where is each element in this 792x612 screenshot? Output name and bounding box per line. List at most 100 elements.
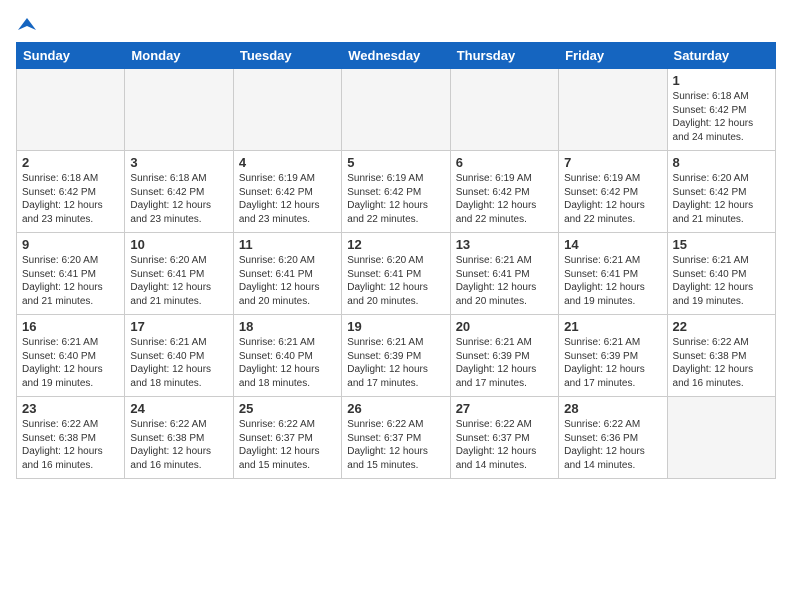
calendar-cell: 7 Sunrise: 6:19 AM Sunset: 6:42 PM Daylig… <box>559 151 667 233</box>
cell-info-text: Sunrise: 6:19 AM Sunset: 6:42 PM Dayligh… <box>239 172 336 226</box>
weekday-header-row: SundayMondayTuesdayWednesdayThursdayFrid… <box>17 43 776 69</box>
cell-date-number: 6 <box>456 155 553 170</box>
cell-date-number: 12 <box>347 237 444 252</box>
cell-info-text: Sunrise: 6:22 AM Sunset: 6:37 PM Dayligh… <box>239 418 336 472</box>
cell-info-text: Sunrise: 6:21 AM Sunset: 6:39 PM Dayligh… <box>347 336 444 390</box>
cell-date-number: 2 <box>22 155 119 170</box>
cell-date-number: 24 <box>130 401 227 416</box>
calendar-cell: 13Sunrise: 6:21 AM Sunset: 6:41 PM Dayli… <box>450 233 558 315</box>
cell-date-number: 8 <box>673 155 770 170</box>
cell-date-number: 18 <box>239 319 336 334</box>
calendar-cell: 9 Sunrise: 6:20 AM Sunset: 6:41 PM Daylig… <box>17 233 125 315</box>
cell-info-text: Sunrise: 6:21 AM Sunset: 6:39 PM Dayligh… <box>456 336 553 390</box>
weekday-header-saturday: Saturday <box>667 43 775 69</box>
calendar-cell: 17 Sunrise: 6:21 AM Sunset: 6:40 PM Dayli… <box>125 315 233 397</box>
cell-info-text: Sunrise: 6:19 AM Sunset: 6:42 PM Dayligh… <box>564 172 661 226</box>
cell-date-number: 28 <box>564 401 661 416</box>
cell-date-number: 25 <box>239 401 336 416</box>
logo <box>16 16 36 34</box>
cell-date-number: 5 <box>347 155 444 170</box>
calendar-cell <box>450 69 558 151</box>
cell-info-text: Sunrise: 6:20 AM Sunset: 6:41 PM Dayligh… <box>239 254 336 308</box>
calendar-cell: 5 Sunrise: 6:19 AM Sunset: 6:42 PM Daylig… <box>342 151 450 233</box>
cell-info-text: Sunrise: 6:22 AM Sunset: 6:38 PM Dayligh… <box>673 336 770 390</box>
calendar-week-row: 1 Sunrise: 6:18 AM Sunset: 6:42 PM Daylig… <box>17 69 776 151</box>
calendar-cell: 23 Sunrise: 6:22 AM Sunset: 6:38 PM Dayli… <box>17 397 125 479</box>
calendar-cell: 21 Sunrise: 6:21 AM Sunset: 6:39 PM Dayli… <box>559 315 667 397</box>
cell-date-number: 16 <box>22 319 119 334</box>
cell-info-text: Sunrise: 6:19 AM Sunset: 6:42 PM Dayligh… <box>347 172 444 226</box>
calendar-cell <box>17 69 125 151</box>
cell-info-text: Sunrise: 6:21 AM Sunset: 6:40 PM Dayligh… <box>239 336 336 390</box>
cell-info-text: Sunrise: 6:22 AM Sunset: 6:38 PM Dayligh… <box>22 418 119 472</box>
cell-info-text: Sunrise: 6:18 AM Sunset: 6:42 PM Dayligh… <box>673 90 770 144</box>
calendar-cell <box>559 69 667 151</box>
calendar-cell: 11 Sunrise: 6:20 AM Sunset: 6:41 PM Dayli… <box>233 233 341 315</box>
calendar-cell <box>342 69 450 151</box>
calendar-cell: 4 Sunrise: 6:19 AM Sunset: 6:42 PM Daylig… <box>233 151 341 233</box>
calendar-cell: 25 Sunrise: 6:22 AM Sunset: 6:37 PM Dayli… <box>233 397 341 479</box>
cell-info-text: Sunrise: 6:20 AM Sunset: 6:41 PM Dayligh… <box>130 254 227 308</box>
cell-date-number: 14 <box>564 237 661 252</box>
calendar-cell: 1 Sunrise: 6:18 AM Sunset: 6:42 PM Daylig… <box>667 69 775 151</box>
calendar-cell: 8 Sunrise: 6:20 AM Sunset: 6:42 PM Daylig… <box>667 151 775 233</box>
cell-date-number: 4 <box>239 155 336 170</box>
cell-date-number: 13 <box>456 237 553 252</box>
weekday-header-monday: Monday <box>125 43 233 69</box>
calendar-cell: 6 Sunrise: 6:19 AM Sunset: 6:42 PM Daylig… <box>450 151 558 233</box>
weekday-header-friday: Friday <box>559 43 667 69</box>
logo-bird-icon <box>18 16 36 34</box>
calendar-cell: 22 Sunrise: 6:22 AM Sunset: 6:38 PM Dayli… <box>667 315 775 397</box>
calendar-cell: 18 Sunrise: 6:21 AM Sunset: 6:40 PM Dayli… <box>233 315 341 397</box>
weekday-header-tuesday: Tuesday <box>233 43 341 69</box>
calendar-cell: 15 Sunrise: 6:21 AM Sunset: 6:40 PM Dayli… <box>667 233 775 315</box>
cell-info-text: Sunrise: 6:19 AM Sunset: 6:42 PM Dayligh… <box>456 172 553 226</box>
calendar-cell: 3 Sunrise: 6:18 AM Sunset: 6:42 PM Daylig… <box>125 151 233 233</box>
cell-info-text: Sunrise: 6:21 AM Sunset: 6:40 PM Dayligh… <box>673 254 770 308</box>
cell-info-text: Sunrise: 6:20 AM Sunset: 6:41 PM Dayligh… <box>347 254 444 308</box>
cell-date-number: 17 <box>130 319 227 334</box>
cell-info-text: Sunrise: 6:21 AM Sunset: 6:39 PM Dayligh… <box>564 336 661 390</box>
cell-info-text: Sunrise: 6:22 AM Sunset: 6:37 PM Dayligh… <box>456 418 553 472</box>
cell-info-text: Sunrise: 6:20 AM Sunset: 6:42 PM Dayligh… <box>673 172 770 226</box>
calendar-cell: 20Sunrise: 6:21 AM Sunset: 6:39 PM Dayli… <box>450 315 558 397</box>
weekday-header-thursday: Thursday <box>450 43 558 69</box>
cell-date-number: 3 <box>130 155 227 170</box>
cell-info-text: Sunrise: 6:21 AM Sunset: 6:40 PM Dayligh… <box>130 336 227 390</box>
cell-date-number: 22 <box>673 319 770 334</box>
cell-date-number: 23 <box>22 401 119 416</box>
cell-date-number: 11 <box>239 237 336 252</box>
calendar-cell: 2 Sunrise: 6:18 AM Sunset: 6:42 PM Daylig… <box>17 151 125 233</box>
calendar-cell: 19 Sunrise: 6:21 AM Sunset: 6:39 PM Dayli… <box>342 315 450 397</box>
cell-info-text: Sunrise: 6:21 AM Sunset: 6:41 PM Dayligh… <box>564 254 661 308</box>
cell-info-text: Sunrise: 6:18 AM Sunset: 6:42 PM Dayligh… <box>22 172 119 226</box>
calendar-cell <box>125 69 233 151</box>
calendar-week-row: 16 Sunrise: 6:21 AM Sunset: 6:40 PM Dayli… <box>17 315 776 397</box>
calendar-cell: 12 Sunrise: 6:20 AM Sunset: 6:41 PM Dayli… <box>342 233 450 315</box>
calendar-week-row: 2 Sunrise: 6:18 AM Sunset: 6:42 PM Daylig… <box>17 151 776 233</box>
header <box>16 16 776 34</box>
calendar-cell: 16 Sunrise: 6:21 AM Sunset: 6:40 PM Dayli… <box>17 315 125 397</box>
cell-date-number: 1 <box>673 73 770 88</box>
cell-date-number: 26 <box>347 401 444 416</box>
calendar-cell: 24Sunrise: 6:22 AM Sunset: 6:38 PM Dayli… <box>125 397 233 479</box>
calendar-cell: 27 Sunrise: 6:22 AM Sunset: 6:37 PM Dayli… <box>450 397 558 479</box>
cell-date-number: 10 <box>130 237 227 252</box>
cell-info-text: Sunrise: 6:20 AM Sunset: 6:41 PM Dayligh… <box>22 254 119 308</box>
calendar-cell: 14 Sunrise: 6:21 AM Sunset: 6:41 PM Dayli… <box>559 233 667 315</box>
calendar-cell <box>233 69 341 151</box>
cell-date-number: 9 <box>22 237 119 252</box>
calendar-week-row: 9 Sunrise: 6:20 AM Sunset: 6:41 PM Daylig… <box>17 233 776 315</box>
cell-date-number: 7 <box>564 155 661 170</box>
cell-info-text: Sunrise: 6:21 AM Sunset: 6:40 PM Dayligh… <box>22 336 119 390</box>
cell-date-number: 15 <box>673 237 770 252</box>
cell-date-number: 19 <box>347 319 444 334</box>
calendar-cell: 28Sunrise: 6:22 AM Sunset: 6:36 PM Dayli… <box>559 397 667 479</box>
cell-info-text: Sunrise: 6:22 AM Sunset: 6:37 PM Dayligh… <box>347 418 444 472</box>
calendar-cell: 10 Sunrise: 6:20 AM Sunset: 6:41 PM Dayli… <box>125 233 233 315</box>
cell-info-text: Sunrise: 6:18 AM Sunset: 6:42 PM Dayligh… <box>130 172 227 226</box>
weekday-header-sunday: Sunday <box>17 43 125 69</box>
calendar-cell: 26 Sunrise: 6:22 AM Sunset: 6:37 PM Dayli… <box>342 397 450 479</box>
cell-date-number: 27 <box>456 401 553 416</box>
cell-date-number: 21 <box>564 319 661 334</box>
